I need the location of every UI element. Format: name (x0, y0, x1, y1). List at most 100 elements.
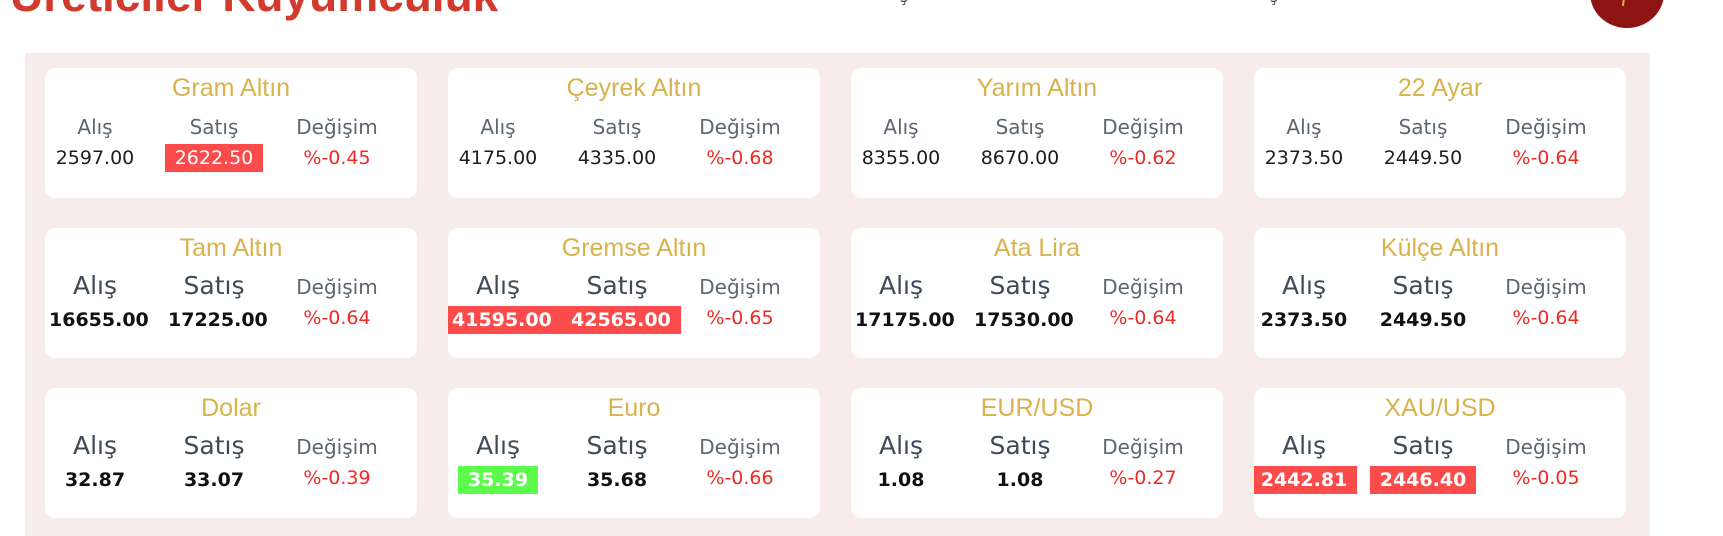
card-title: Gram Altın (171, 74, 291, 102)
buy-label: Alış (480, 115, 516, 139)
sell-column: Satış 42565.00 (561, 272, 681, 334)
sell-column: Satış 2446.40 (1367, 431, 1479, 494)
sell-column: Satış 2449.50 (1367, 271, 1479, 334)
sell-label: Satış (989, 431, 1051, 460)
buy-column: Alış 2442.81 (1254, 431, 1360, 494)
sell-label: Satış (183, 271, 245, 300)
change-label: Değişim (1102, 435, 1184, 459)
sell-label: Satış (989, 271, 1051, 300)
buy-column: Alış 41595.00 (448, 271, 562, 334)
buy-value: 35.39 (457, 466, 539, 494)
buy-value: 41595.00 (448, 306, 562, 334)
card-title: Dolar (201, 394, 261, 422)
price-card: XAU/USD Alış 2442.81 Satış 2446.40 Değişim %-0… (1254, 388, 1626, 518)
price-card: Çeyrek Altın Alış 4175.00 Satış 4335.00 Değiş… (448, 68, 820, 198)
card-title: XAU/USD (1384, 394, 1496, 422)
card-title: Ata Lira (993, 234, 1081, 262)
sell-value: 17530.00 (974, 309, 1074, 331)
change-column: Değişim %-0.45 (281, 114, 393, 172)
change-column: Değişim %-0.27 (1087, 434, 1199, 492)
change-column: Değişim %-0.64 (281, 274, 393, 332)
change-column: Değişim %-0.65 (684, 274, 796, 332)
sell-column: Satış 17530.00 (964, 271, 1076, 334)
change-label: Değişim (296, 115, 378, 139)
sell-value: 35.68 (586, 469, 648, 491)
buy-column: Alış 2373.50 (1254, 271, 1360, 334)
sell-column: Satış 17225.00 (158, 271, 270, 334)
sell-value: 17225.00 (168, 309, 268, 331)
sell-column: Satış 1.08 (964, 431, 1076, 494)
price-card: Gremse Altın Alış 41595.00 Satış 42565.00 Değ… (448, 228, 820, 358)
sell-value: 2449.50 (1379, 309, 1467, 331)
change-value: %-0.27 (1109, 467, 1177, 489)
sell-label: Satış (189, 115, 239, 139)
buy-column: Alış 2373.50 (1254, 114, 1360, 172)
price-card: EUR/USD Alış 1.08 Satış 1.08 Değişim %-0.27 (851, 388, 1223, 518)
card-title: Yarım Altın (976, 74, 1098, 102)
price-card: Gram Altın Alış 2597.00 Satış 2622.50 Değişim… (45, 68, 417, 198)
sell-value: 2446.40 (1369, 466, 1477, 494)
sell-label: Satış (1392, 431, 1454, 460)
change-column: Değişim %-0.05 (1490, 434, 1602, 492)
logo[interactable] (1590, 0, 1664, 28)
buy-column: Alış 1.08 (851, 431, 957, 494)
sell-label: Satış (1392, 271, 1454, 300)
sell-column: Satış 35.68 (561, 432, 673, 494)
change-value: %-0.66 (706, 467, 774, 489)
sell-label: Satış (1398, 115, 1448, 139)
change-column: Değişim %-0.62 (1087, 114, 1199, 172)
buy-label: Alış (878, 431, 924, 460)
buy-label: Alış (1281, 431, 1327, 460)
change-value: %-0.05 (1512, 467, 1580, 489)
price-card-grid: Gram Altın Alış 2597.00 Satış 2622.50 Değişim… (45, 68, 1626, 518)
buy-label: Alış (475, 271, 521, 300)
sell-column: Satış 2449.50 (1367, 114, 1479, 172)
sell-value: 1.08 (996, 469, 1044, 491)
sell-label: Satış (183, 431, 245, 460)
change-value: %-0.64 (303, 307, 371, 329)
card-title: Külçe Altın (1380, 234, 1500, 262)
buy-value: 2373.50 (1260, 309, 1348, 331)
buy-value: 32.87 (64, 469, 126, 491)
sell-value: 2449.50 (1383, 147, 1463, 169)
buy-value: 17175.00 (855, 309, 955, 331)
buy-column: Alış 35.39 (448, 431, 554, 494)
change-label: Değişim (296, 435, 378, 459)
change-value: %-0.68 (706, 147, 774, 169)
buy-label: Alış (475, 431, 521, 460)
buy-value: 16655.00 (49, 309, 149, 331)
buy-column: Alış 32.87 (45, 432, 151, 494)
buy-value: 2442.81 (1254, 466, 1358, 494)
sell-value: 2622.50 (164, 144, 264, 172)
buy-label: Alış (77, 115, 113, 139)
card-title: EUR/USD (980, 394, 1094, 422)
change-value: %-0.39 (303, 467, 371, 489)
change-column: Değişim %-0.66 (684, 434, 796, 492)
header-text-fragment: ş (900, 0, 908, 6)
prices-panel: Gram Altın Alış 2597.00 Satış 2622.50 Değişim… (25, 53, 1650, 536)
buy-label: Alış (878, 271, 924, 300)
change-value: %-0.45 (303, 147, 371, 169)
buy-column: Alış 2597.00 (45, 114, 151, 172)
change-column: Değişim %-0.39 (281, 434, 393, 492)
price-card: Yarım Altın Alış 8355.00 Satış 8670.00 Değişi… (851, 68, 1223, 198)
buy-column: Alış 4175.00 (448, 114, 554, 172)
buy-label: Alış (1281, 271, 1327, 300)
sell-value: 4335.00 (577, 147, 657, 169)
card-title: Tam Altın (179, 234, 283, 262)
buy-label: Alış (883, 115, 919, 139)
change-column: Değişim %-0.64 (1490, 114, 1602, 172)
change-label: Değişim (1102, 115, 1184, 139)
buy-column: Alış 16655.00 (45, 272, 151, 334)
sell-column: Satış 8670.00 (964, 114, 1076, 172)
change-column: Değişim %-0.68 (684, 114, 796, 172)
sell-value: 42565.00 (561, 306, 681, 334)
change-value: %-0.64 (1512, 307, 1580, 329)
buy-value: 2597.00 (55, 147, 135, 169)
change-label: Değişim (699, 435, 781, 459)
sell-value: 8670.00 (980, 147, 1060, 169)
buy-column: Alış 17175.00 (851, 271, 957, 334)
change-label: Değişim (1505, 435, 1587, 459)
card-title: 22 Ayar (1397, 74, 1483, 102)
price-card: Dolar Alış 32.87 Satış 33.07 Değişim %-0.39 (45, 388, 417, 518)
